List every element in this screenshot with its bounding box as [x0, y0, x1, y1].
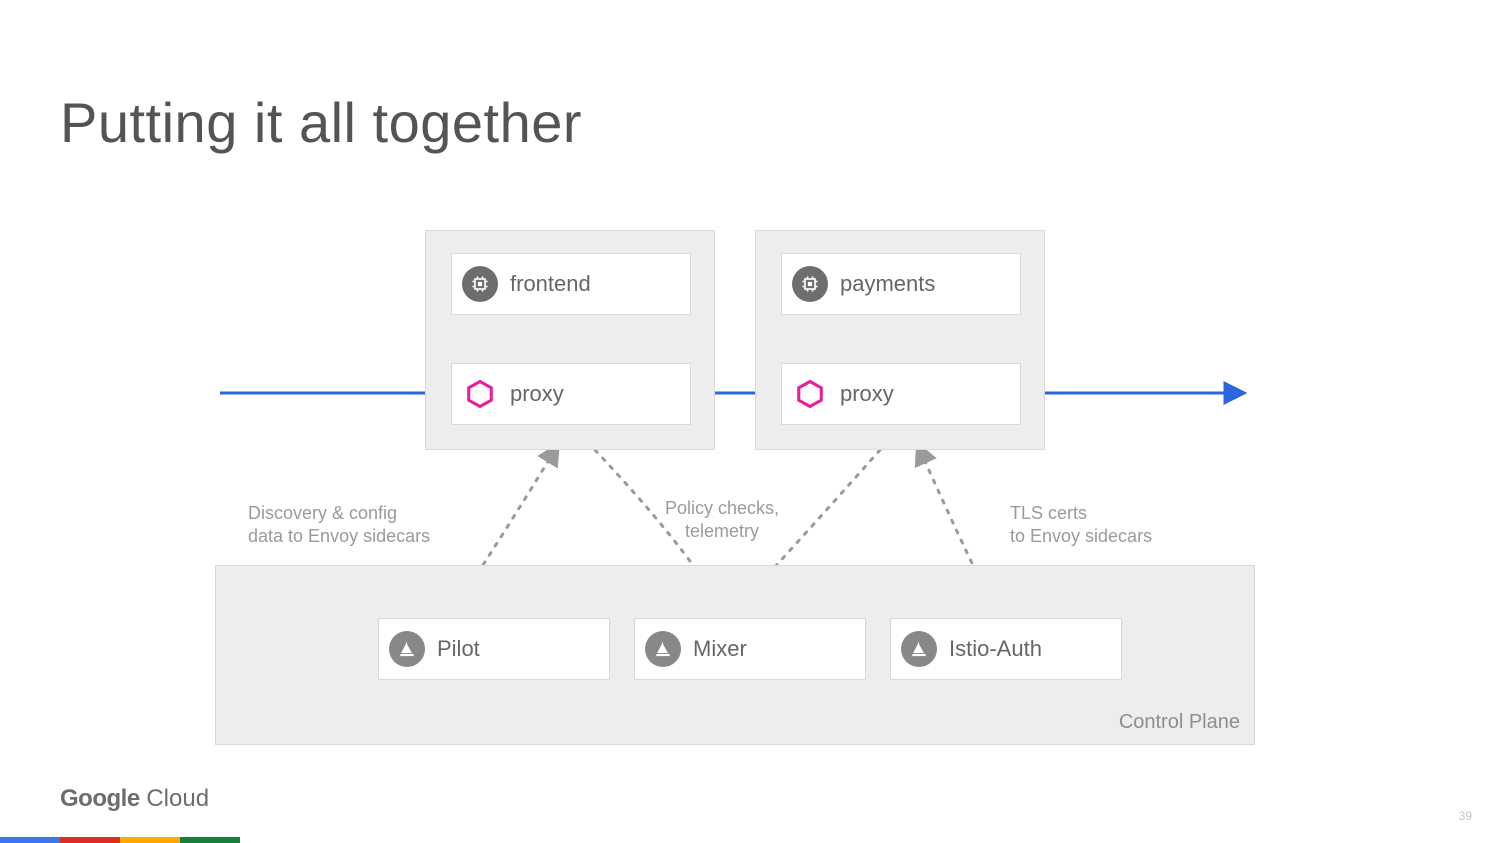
annotation-tls: TLS certs to Envoy sidecars: [1010, 502, 1152, 547]
sail-icon: [645, 631, 681, 667]
service-box-frontend: frontend: [451, 253, 691, 315]
pod-payments: payments proxy: [755, 230, 1045, 450]
service-box-payments: payments: [781, 253, 1021, 315]
chip-icon: [462, 266, 498, 302]
proxy-label: proxy: [840, 381, 894, 407]
page-number: 39: [1459, 809, 1472, 823]
pod-frontend: frontend proxy: [425, 230, 715, 450]
logo-light: Cloud: [140, 785, 209, 812]
sail-icon: [389, 631, 425, 667]
component-label: Pilot: [437, 636, 480, 662]
control-plane-label: Control Plane: [1119, 711, 1240, 734]
annotation-policy: Policy checks, telemetry: [665, 497, 779, 542]
google-cloud-logo: Google Cloud: [60, 785, 209, 813]
annotation-discovery: Discovery & config data to Envoy sidecar…: [248, 502, 430, 547]
control-plane-istio-auth: Istio-Auth: [890, 618, 1122, 680]
proxy-box-payments: proxy: [781, 363, 1021, 425]
chip-icon: [792, 266, 828, 302]
colorbar-segment: [180, 837, 240, 843]
proxy-label: proxy: [510, 381, 564, 407]
logo-strong: Google: [60, 785, 140, 812]
control-plane-pilot: Pilot: [378, 618, 610, 680]
slide: Putting it all together: [0, 0, 1500, 843]
hexagon-icon: [792, 376, 828, 412]
colorbar-segment: [0, 837, 60, 843]
architecture-diagram: frontend proxy payments proxy: [0, 0, 1500, 843]
component-label: Istio-Auth: [949, 636, 1042, 662]
sail-icon: [901, 631, 937, 667]
footer-colorbar: [0, 837, 240, 843]
colorbar-segment: [120, 837, 180, 843]
control-plane-mixer: Mixer: [634, 618, 866, 680]
component-label: Mixer: [693, 636, 747, 662]
service-label: payments: [840, 271, 935, 297]
colorbar-segment: [60, 837, 120, 843]
proxy-box-frontend: proxy: [451, 363, 691, 425]
hexagon-icon: [462, 376, 498, 412]
control-plane: Pilot Mixer Istio-Auth Control Plane: [215, 565, 1255, 745]
service-label: frontend: [510, 271, 591, 297]
